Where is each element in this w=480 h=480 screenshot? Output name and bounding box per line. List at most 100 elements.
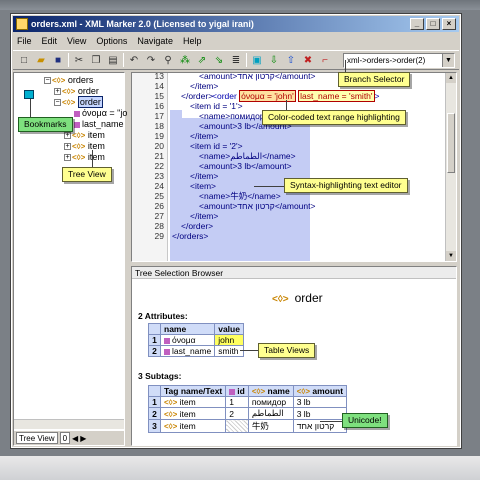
column-header[interactable]: Tag name/Text [159,385,227,397]
tree-node-order-selected[interactable]: − <◊> order [18,96,127,108]
tab-tree-view[interactable]: Tree View [16,432,58,444]
callout-pointer [92,150,93,168]
close-button[interactable]: × [442,18,456,30]
line-code: <name>牛奶</name> [199,191,281,201]
minimize-button[interactable]: _ [410,18,424,30]
callout-syntax-editor: Syntax-highlighting text editor [284,178,408,193]
bookmark-marker-icon[interactable] [24,90,34,99]
bookmark-add-icon[interactable]: ⁂ [178,53,192,67]
callout-bookmarks: Bookmarks [18,117,73,132]
copy-icon[interactable]: ❐ [89,53,103,67]
find-icon[interactable]: ⚲ [161,53,175,67]
go-up-icon[interactable]: ⇧ [284,53,298,67]
clear-icon[interactable]: ⌐ [318,53,332,67]
mark-icon[interactable]: ▣ [250,53,264,67]
editor-line[interactable]: 20 <item id = '2'> [132,141,446,151]
line-code: </item> [190,171,219,181]
branch-selector-dropdown[interactable]: xml->orders->order(2) ▼ [343,53,455,68]
delete-mark-icon[interactable]: ✖ [301,53,315,67]
column-header[interactable]: name [159,323,216,335]
new-file-icon[interactable]: □ [17,53,31,67]
format-icon[interactable]: ≣ [229,53,243,67]
background-bottom [0,456,480,480]
editor-line[interactable]: 28 </order> [132,221,446,231]
line-code: <item id = '1'> [190,101,243,111]
tab-bookmarks[interactable]: 0 [59,432,71,444]
scroll-thumb[interactable] [447,113,455,173]
line-code: <item id = '2'> [190,141,243,151]
open-folder-icon[interactable]: ▰ [34,53,48,67]
table-row[interactable]: 2 last_name smith [148,345,244,357]
editor-line[interactable]: 29 </orders> [132,231,446,241]
table-row[interactable]: 1 <◊> item 1 помидор 3 lb [148,396,348,408]
line-number: 21 [154,151,164,161]
tab-scroll-left-icon[interactable]: ◀ [72,434,78,443]
menu-edit[interactable]: Edit [42,34,58,48]
table-row[interactable]: 1 όνομα john [148,334,244,346]
toolbar-separator [246,53,247,67]
scroll-down-icon[interactable]: ▼ [446,251,456,261]
callout-color-highlighting: Color-coded text range highlighting [262,110,406,125]
callout-table-views: Table Views [258,343,316,358]
toolbar-separator [68,53,69,67]
menu-view[interactable]: View [67,34,86,48]
left-panel-tabs: Tree View 0 ◀ ▶ [14,431,124,445]
callout-pointer [30,96,31,118]
go-down-icon[interactable]: ⇩ [267,53,281,67]
menu-file[interactable]: File [17,34,32,48]
line-number: 19 [154,131,164,141]
cut-icon[interactable]: ✂ [72,53,86,67]
save-icon[interactable]: ■ [51,53,65,67]
line-code: </item> [190,131,219,141]
tree-horizontal-scrollbar[interactable] [14,419,124,429]
redo-icon[interactable]: ↷ [144,53,158,67]
table-row[interactable]: 3 <◊> item 牛奶 קרטון אחד [148,419,348,433]
line-code: <name>الطماطم</name> [199,151,296,161]
line-code: </orders> [172,231,209,241]
menu-navigate[interactable]: Navigate [137,34,173,48]
xml-text-editor[interactable]: 13 <amount>קרטון אחד</amount> 14 </item> 15 <… [131,72,457,262]
title-bar: orders.xml - XML Marker 2.0 (Licensed to… [13,16,459,32]
column-header[interactable]: <◊> name [247,385,294,397]
column-header[interactable]: id [225,385,249,397]
tree-node-order[interactable]: + <◊> order [18,86,127,97]
editor-line[interactable]: 21 <name>الطماطم</name> [132,151,446,161]
tab-scroll-right-icon[interactable]: ▶ [80,434,86,443]
subtags-label: 3 Subtags: [138,371,182,381]
attributes-label: 2 Attributes: [138,311,188,321]
tree-node-orders[interactable]: − <◊> orders [18,75,127,86]
line-code: </order> [181,91,214,101]
editor-line[interactable]: 26 <amount>קרטון אחד</amount> [132,201,446,211]
window-title: orders.xml - XML Marker 2.0 (Licensed to… [31,19,254,29]
line-number: 18 [154,121,164,131]
editor-line[interactable]: 22 <amount>3 lb</amount> [132,161,446,171]
maximize-button[interactable]: □ [426,18,440,30]
bookmark-prev-icon[interactable]: ⇘ [212,53,226,67]
browser-node-title: <◊> order [272,291,323,305]
branch-selector-value: xml->orders->order(2) [347,56,426,65]
menu-help[interactable]: Help [183,34,202,48]
chevron-down-icon[interactable]: ▼ [442,54,454,67]
line-number: 27 [154,211,164,221]
tree-node-item[interactable]: + <◊> item [18,141,127,152]
callout-tree-view: Tree View [62,167,112,182]
editor-line[interactable]: 15 </order> <order όνομα = 'john' last_nam… [132,90,446,102]
line-number: 13 [154,72,164,81]
attributes-table: name value 1 όνομα john 2 last_name smith [148,323,244,357]
bookmark-next-icon[interactable]: ⇗ [195,53,209,67]
editor-vertical-scrollbar[interactable]: ▲ ▼ [445,73,456,261]
menu-options[interactable]: Options [96,34,127,48]
column-header[interactable]: value [214,323,244,335]
table-row[interactable]: 2 <◊> item 2 الطماطم 3 lb [148,407,348,420]
tree-node-item[interactable]: + <◊> item [18,152,127,163]
editor-line[interactable]: 19 </item> [132,131,446,141]
callout-branch-selector: Branch Selector [338,72,411,87]
line-code: </item> [190,81,219,91]
scroll-up-icon[interactable]: ▲ [446,73,456,83]
line-number: 24 [154,181,164,191]
line-code: <amount>קרטון אחד</amount> [199,72,316,81]
undo-icon[interactable]: ↶ [127,53,141,67]
column-header[interactable]: <◊> amount [292,385,348,397]
editor-line[interactable]: 27 </item> [132,211,446,221]
paste-icon[interactable]: ▤ [106,53,120,67]
